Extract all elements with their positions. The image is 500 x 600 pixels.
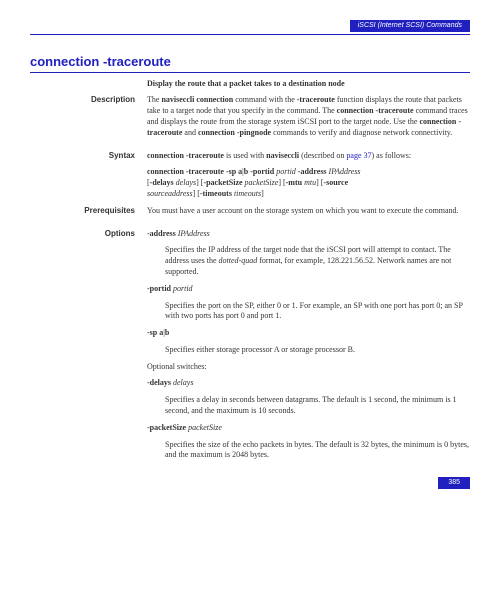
footer: 385	[30, 477, 470, 488]
options-content: -address IPAddress Specifies the IP addr…	[147, 229, 470, 468]
syntax-row: Syntax connection -traceroute is used wi…	[30, 151, 470, 200]
description-label: Description	[30, 95, 147, 144]
prerequisites-label: Prerequisites	[30, 206, 147, 223]
document-page: iSCSI (Internet SCSI) Commands connectio…	[0, 0, 500, 509]
page-number: 385	[438, 477, 470, 488]
description-row: Description The naviseccli connection co…	[30, 95, 470, 144]
header-rule	[30, 34, 470, 35]
prerequisites-row: Prerequisites You must have a user accou…	[30, 206, 470, 223]
syntax-label: Syntax	[30, 151, 147, 200]
subtitle-row: Display the route that a packet takes to…	[30, 79, 470, 90]
prerequisites-content: You must have a user account on the stor…	[147, 206, 470, 223]
options-row: Options -address IPAddress Specifies the…	[30, 229, 470, 468]
page-link[interactable]: page 37	[346, 151, 371, 160]
description-content: The naviseccli connection command with t…	[147, 95, 470, 144]
syntax-content: connection -traceroute is used with navi…	[147, 151, 470, 200]
section-title: connection -traceroute	[30, 53, 470, 73]
subtitle: Display the route that a packet takes to…	[147, 79, 470, 90]
header-title: iSCSI (Internet SCSI) Commands	[350, 20, 470, 32]
header-bar: iSCSI (Internet SCSI) Commands	[30, 20, 470, 32]
options-label: Options	[30, 229, 147, 468]
